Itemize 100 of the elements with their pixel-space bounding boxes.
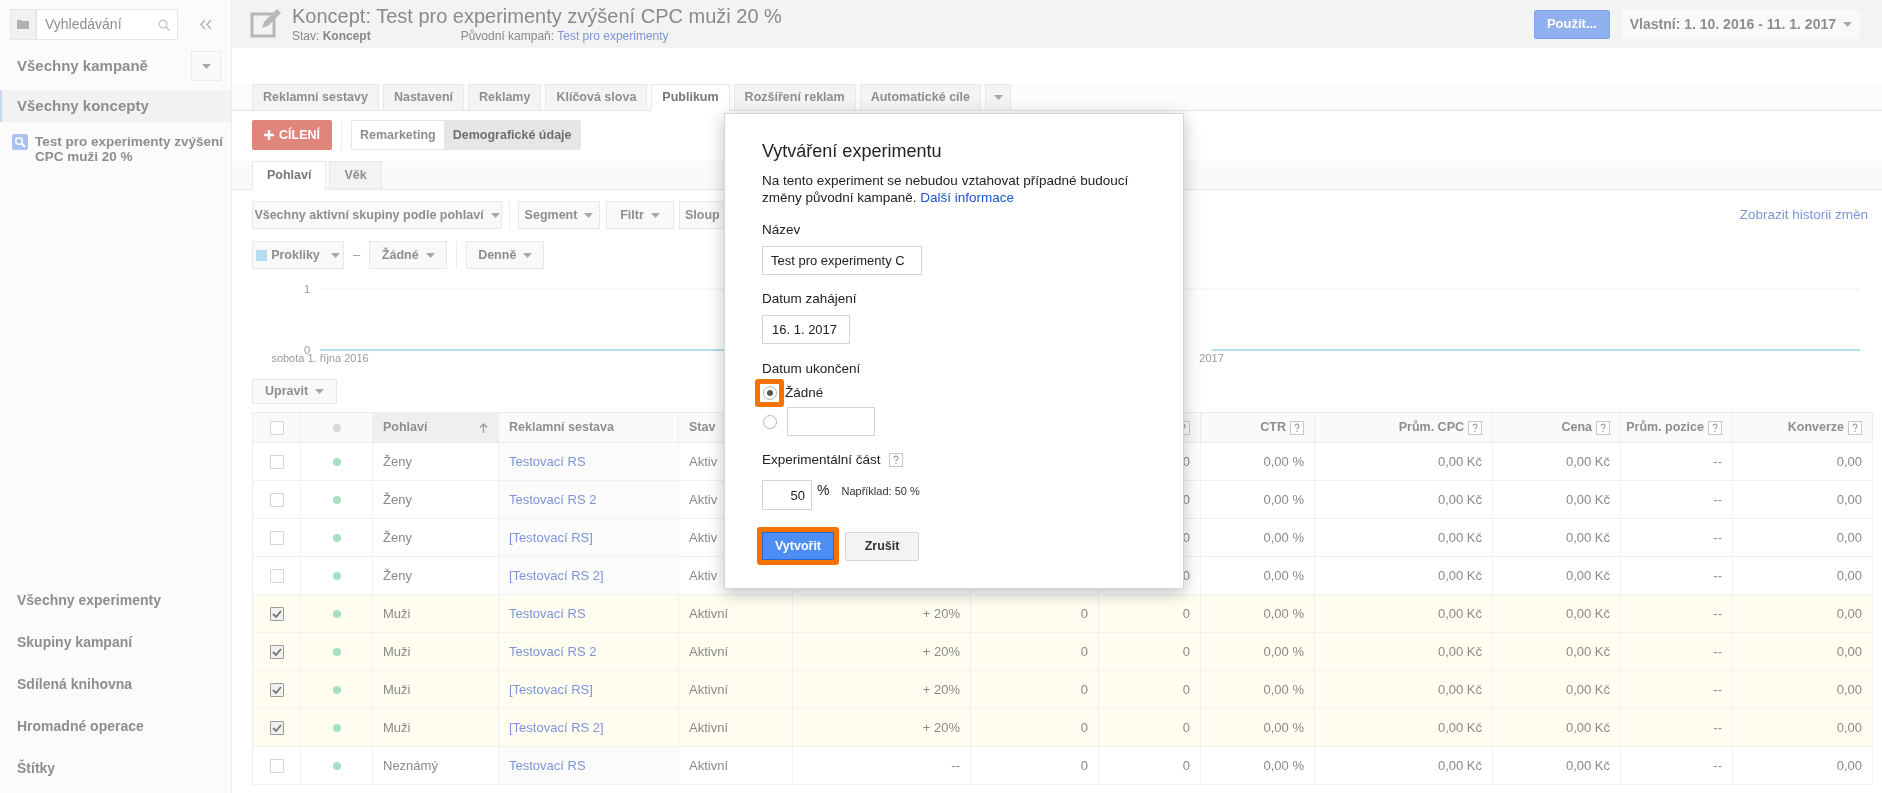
notice-text: Na tento experiment se nebudou vztahovat případné budoucí změny původní kampaně. Další informace: [762, 172, 1130, 206]
filter-dropdown[interactable]: Filtr: [606, 201, 674, 229]
help-icon: [888, 453, 903, 468]
table-cell-text: 0: [1080, 718, 1088, 737]
checkbox[interactable]: [269, 644, 284, 659]
sidebar-item[interactable]: Všechny koncepty: [0, 90, 231, 122]
checkbox[interactable]: [269, 568, 284, 583]
table-cell-text: 0,00 %: [1263, 452, 1304, 471]
tab[interactable]: Automatické cíle: [859, 84, 981, 111]
column-header[interactable]: Konverze: [1787, 418, 1844, 437]
table-cell-text: Muži: [383, 680, 411, 699]
dropdown-button[interactable]: [191, 51, 221, 81]
history-link[interactable]: Zobrazit historii změn: [1739, 204, 1868, 226]
origin-text: Původní kampaň: Test pro experimenty: [460, 27, 669, 44]
tab[interactable]: Pohlaví: [252, 161, 327, 190]
checkbox[interactable]: [269, 420, 284, 435]
nav-item[interactable]: Sdílená knihovna: [0, 663, 231, 705]
more-info-link[interactable]: Další informace: [920, 190, 1015, 205]
edit-icon: [250, 8, 282, 40]
ad-group-link[interactable]: Testovací RS 2: [509, 641, 597, 662]
plus-icon: [264, 130, 274, 140]
input-field[interactable]: Test pro experimenty C: [762, 246, 922, 275]
more-tabs-button[interactable]: [985, 84, 1011, 111]
nav-item[interactable]: Všechny experimenty: [0, 579, 231, 621]
campaign-link[interactable]: Test pro experimenty: [557, 28, 669, 43]
example-text: Například: 50 %: [841, 484, 920, 500]
apply-button[interactable]: Použít...: [1533, 9, 1610, 39]
radio-button[interactable]: [762, 386, 777, 400]
field-label: Experimentální část: [762, 451, 881, 469]
checkbox[interactable]: [269, 454, 284, 469]
unit-label: %: [817, 481, 830, 501]
add-targeting-button[interactable]: CÍLENÍ: [252, 120, 332, 150]
caret-icon: [315, 389, 325, 394]
filter-dropdown[interactable]: Segment: [518, 201, 600, 229]
nav-item[interactable]: Hromadné operace: [0, 705, 231, 747]
caret-icon: [993, 95, 1003, 100]
table-cell-text: 0: [1080, 680, 1088, 699]
table-cell-text: --: [1713, 680, 1722, 699]
nav-item[interactable]: Štítky: [0, 747, 231, 789]
checkbox[interactable]: [269, 606, 284, 621]
radio-button[interactable]: [762, 414, 777, 429]
tab[interactable]: Reklamy: [468, 84, 542, 111]
tab[interactable]: Reklamní sestavy: [252, 84, 379, 111]
tree-item[interactable]: Test pro experimenty zvýšení CPC muži 20 %: [35, 134, 231, 164]
tab[interactable]: Publikum: [651, 84, 730, 111]
checkbox[interactable]: [269, 492, 284, 507]
caret-icon: [584, 212, 594, 218]
separator-text: –: [353, 246, 361, 265]
create-button[interactable]: Vytvořit: [757, 527, 839, 566]
table-cell-text: Aktiv: [689, 566, 718, 585]
cancel-button[interactable]: Zrušit: [845, 531, 919, 561]
table-cell-text: 0,00 Kč: [1437, 642, 1482, 661]
input-field[interactable]: 50: [762, 480, 812, 511]
column-header[interactable]: Prům. pozice: [1626, 418, 1704, 437]
tab[interactable]: Klíčová slova: [545, 84, 648, 111]
table-cell-text: 0,00 Kč: [1565, 604, 1610, 623]
table-cell-text: 0,00: [1836, 490, 1862, 509]
column-header[interactable]: Cena: [1561, 418, 1592, 437]
caret-icon: [1843, 21, 1852, 27]
caret-icon: [490, 212, 500, 218]
search-campaign-icon: [12, 134, 28, 150]
search-field[interactable]: Vyhledávání: [36, 8, 178, 40]
filter-dropdown[interactable]: Všechny aktivní skupiny podle pohlaví: [252, 201, 502, 229]
sidebar-item[interactable]: Všechny kampaně: [17, 54, 148, 78]
table-cell-text: 0,00 Kč: [1565, 642, 1610, 661]
checkbox[interactable]: [269, 682, 284, 697]
interval-dropdown[interactable]: Denně: [466, 241, 545, 269]
ad-group-link[interactable]: [Testovací RS 2]: [509, 717, 604, 738]
column-header[interactable]: Prům. CPC: [1398, 418, 1464, 437]
nav-item[interactable]: Skupiny kampaní: [0, 621, 231, 663]
table-cell-text: Aktivní: [689, 718, 728, 737]
table-cell-text: + 20%: [922, 604, 960, 623]
date-range-dropdown[interactable]: Vlastní: 1. 10. 2016 - 11. 1. 2017: [1621, 9, 1860, 39]
checkbox[interactable]: [269, 720, 284, 735]
column-header[interactable]: Stav: [689, 418, 716, 437]
edit-dropdown[interactable]: Upravit: [252, 379, 338, 404]
table-cell-text: 0,00 %: [1263, 756, 1304, 775]
tab[interactable]: Rozšíření reklam: [733, 84, 856, 111]
table-cell-text: Neznámý: [383, 756, 438, 775]
column-header[interactable]: Reklamní sestava: [509, 418, 614, 437]
segment-button[interactable]: Demografické údaje: [443, 121, 580, 149]
table-cell-text: 0,00 Kč: [1565, 756, 1610, 775]
input-field[interactable]: 16. 1. 2017: [762, 315, 850, 344]
table-cell-text: 0,00 Kč: [1437, 756, 1482, 775]
table-cell-text: 0,00 Kč: [1565, 490, 1610, 509]
checkbox[interactable]: [269, 530, 284, 545]
column-header[interactable]: CTR: [1260, 418, 1286, 437]
ad-group-link[interactable]: Testovací RS: [509, 603, 586, 624]
checkbox[interactable]: [269, 758, 284, 773]
ad-group-link[interactable]: [Testovací RS]: [509, 679, 593, 700]
folder-button[interactable]: [10, 8, 36, 40]
table-cell-text: 0,00: [1836, 642, 1862, 661]
tab[interactable]: Věk: [329, 161, 382, 190]
metric-dropdown[interactable]: Prokliky: [252, 241, 344, 269]
compare-dropdown[interactable]: Žádné: [369, 241, 448, 269]
table-cell-text: 0,00 %: [1263, 680, 1304, 699]
search-icon: [158, 18, 170, 31]
date-input-field[interactable]: [787, 407, 875, 436]
table-cell-text: 0,00 Kč: [1565, 528, 1610, 547]
tab[interactable]: Nastavení: [382, 84, 464, 111]
